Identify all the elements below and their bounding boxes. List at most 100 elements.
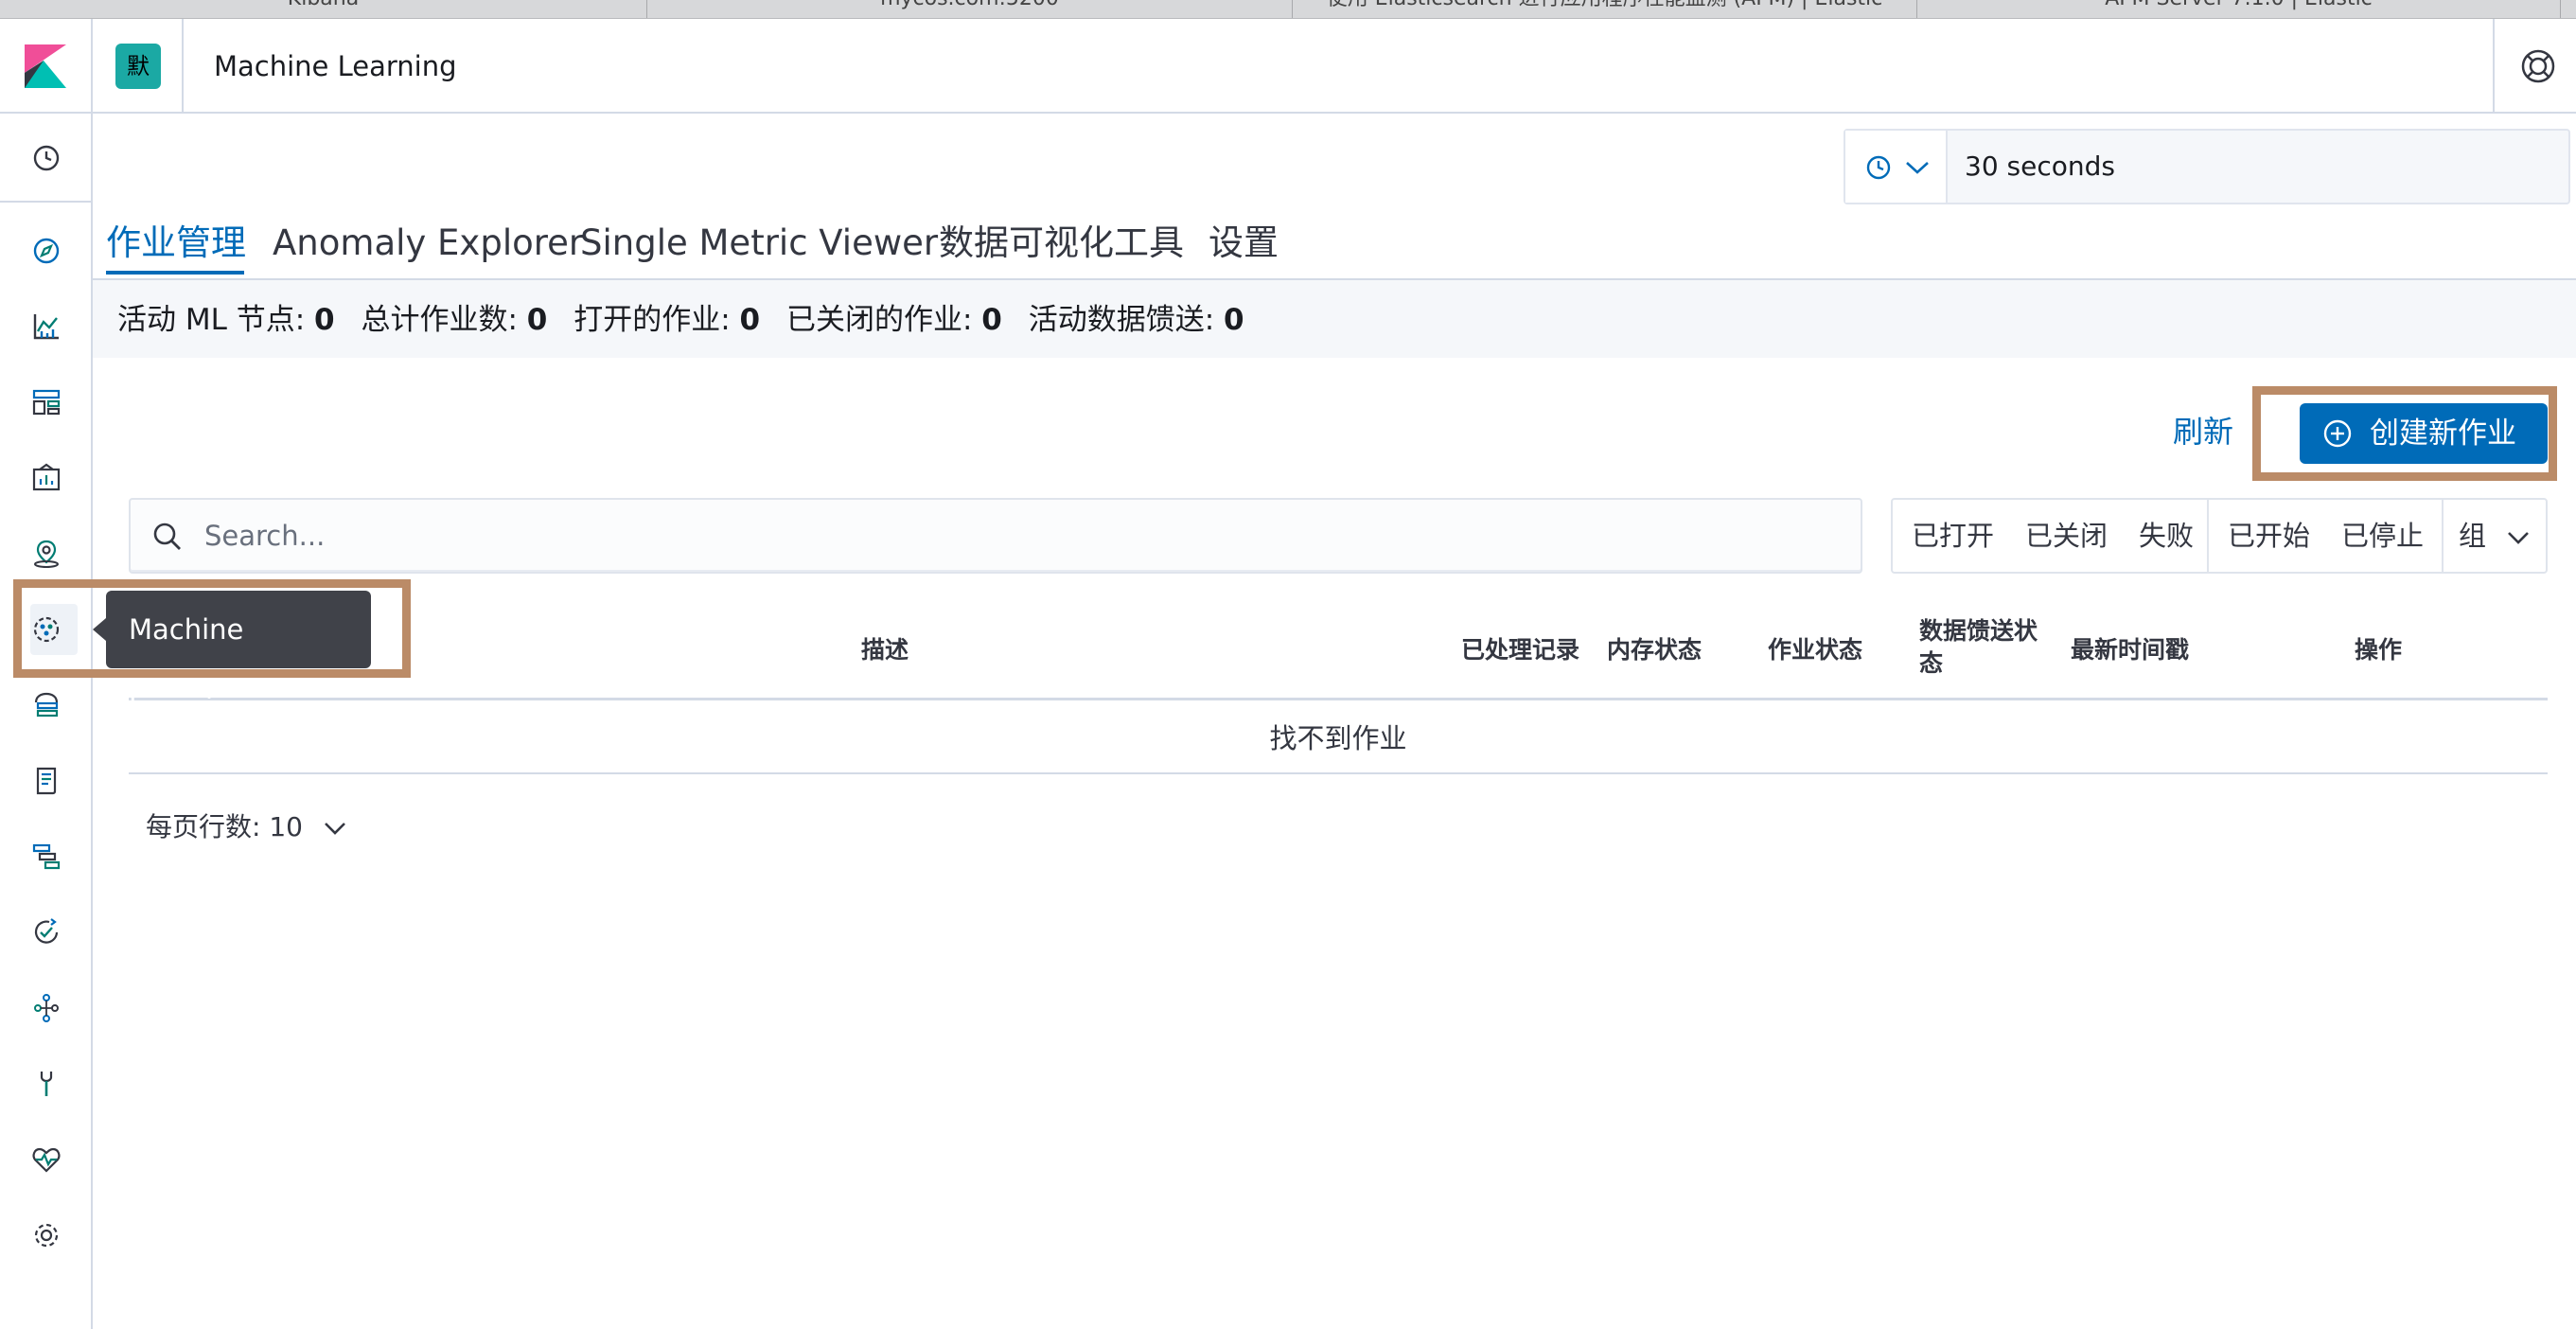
map-pin-icon	[34, 540, 59, 568]
table-empty-row: 找不到作业	[129, 702, 2548, 774]
divider	[2207, 500, 2209, 572]
filter-closed[interactable]: 已关闭	[2025, 500, 2108, 572]
jobs-table-header: 描述 已处理记录 内存状态 作业状态 数据馈送状 态 最新时间戳 操作	[129, 606, 2548, 700]
filter-failed[interactable]: 失败	[2139, 500, 2194, 572]
plus-circle-icon	[2323, 419, 2352, 448]
stat-label: 活动 ML 节点:	[117, 303, 306, 337]
browser-tab-strip: Kibana mycos.com:5200 使用 Elasticsearch 进…	[0, 0, 2576, 19]
browser-tab-label: mycos.com:5200	[880, 0, 1059, 10]
uptime-icon	[34, 918, 59, 944]
heartbeat-icon	[32, 1147, 61, 1173]
column-processed-records[interactable]: 已处理记录	[1461, 634, 1579, 666]
search-icon	[153, 523, 181, 550]
column-description[interactable]: 描述	[861, 634, 909, 666]
breadcrumb: Machine Learning	[214, 50, 457, 82]
job-stats: 活动 ML 节点: 0 总计作业数: 0 打开的作业: 0 已关闭的作业: 0 …	[117, 299, 1262, 341]
rows-per-page-selector[interactable]: 每页行数: 10	[146, 808, 347, 846]
chevron-down-icon	[1906, 162, 1929, 174]
nav-management[interactable]	[26, 1215, 66, 1255]
nav-apm[interactable]	[26, 837, 66, 877]
column-datafeed-state[interactable]: 数据馈送状 态	[1919, 615, 2038, 680]
chevron-down-icon	[324, 823, 345, 835]
column-memory-status[interactable]: 内存状态	[1607, 634, 1702, 666]
quick-menu-button[interactable]	[1845, 131, 1948, 203]
stat-value: 0	[981, 303, 1002, 337]
compass-icon	[33, 238, 60, 264]
gear-icon	[34, 1223, 59, 1248]
search-input[interactable]	[203, 511, 1811, 560]
apm-icon	[32, 843, 61, 870]
browser-tab-label: 使用 Elasticsearch 进行应用程序性能监测 (APM) | Elas…	[1327, 0, 1883, 10]
column-latest-timestamp[interactable]: 最新时间戳	[2071, 634, 2189, 666]
divider	[91, 19, 93, 114]
divider	[182, 19, 184, 114]
stat-value: 0	[1224, 303, 1244, 337]
stat-label: 活动数据馈送:	[1028, 303, 1215, 337]
nav-graph[interactable]	[26, 988, 66, 1028]
search-bar	[129, 498, 1862, 574]
browser-tab[interactable]: Kibana	[0, 0, 647, 18]
nav-tooltip: Machine Learning	[106, 591, 371, 723]
stat-value: 0	[739, 303, 761, 337]
stat-value: 0	[314, 303, 335, 337]
nav-visualize[interactable]	[26, 307, 66, 346]
tab-single-metric-viewer[interactable]: Single Metric Viewer	[580, 216, 938, 271]
browser-tab-label: APM Server 7.1.0 | Elastic	[2105, 0, 2373, 10]
job-stats-bar: 活动 ML 节点: 0 总计作业数: 0 打开的作业: 0 已关闭的作业: 0 …	[93, 278, 2576, 358]
column-job-state[interactable]: 作业状态	[1768, 634, 1862, 666]
filter-stopped[interactable]: 已停止	[2341, 500, 2424, 572]
nav-monitoring[interactable]	[26, 1140, 66, 1179]
filter-group-dropdown[interactable]: 组	[2459, 500, 2531, 572]
side-nav	[0, 114, 93, 1329]
filter-group-label: 组	[2459, 520, 2487, 552]
help-lifebuoy-icon[interactable]	[2519, 47, 2557, 85]
kibana-logo-icon[interactable]	[25, 44, 66, 88]
create-job-label: 创建新作业	[2370, 416, 2516, 451]
space-avatar[interactable]: 默	[115, 44, 161, 89]
filter-started[interactable]: 已开始	[2228, 500, 2310, 572]
empty-message: 找不到作业	[1269, 722, 1407, 754]
nav-maps[interactable]	[26, 534, 66, 574]
rows-per-page-label: 每页行数: 10	[146, 811, 303, 842]
wrench-icon	[40, 1072, 53, 1096]
graph-icon	[34, 994, 59, 1022]
tab-anomaly-explorer[interactable]: Anomaly Explorer	[273, 216, 583, 271]
nav-uptime[interactable]	[26, 913, 66, 952]
browser-tab[interactable]: APM Server 7.1.0 | Elastic	[1917, 0, 2561, 18]
nav-canvas[interactable]	[26, 458, 66, 498]
browser-tab-label: Kibana	[288, 0, 359, 10]
create-job-button[interactable]: 创建新作业	[2300, 403, 2548, 464]
divider	[2442, 500, 2444, 572]
tab-settings[interactable]: 设置	[1209, 216, 1279, 271]
refresh-button[interactable]: 刷新	[2173, 411, 2233, 452]
clock-icon	[33, 145, 60, 171]
infrastructure-icon	[34, 692, 59, 718]
browser-tab[interactable]: 使用 Elasticsearch 进行应用程序性能监测 (APM) | Elas…	[1293, 0, 1917, 18]
refresh-interval-picker[interactable]: 30 seconds	[1844, 129, 2570, 204]
nav-infrastructure[interactable]	[26, 685, 66, 725]
nav-dashboard[interactable]	[26, 382, 66, 422]
column-actions: 操作	[2355, 636, 2403, 664]
column-datafeed-state-line1: 数据馈送状	[1919, 617, 2038, 645]
chart-icon	[33, 314, 59, 340]
active-tab-underline	[106, 271, 244, 275]
dashboard-icon	[32, 389, 61, 416]
clock-icon	[1866, 155, 1891, 180]
divider	[0, 201, 93, 203]
browser-tab[interactable]: mycos.com:5200	[647, 0, 1293, 18]
stat-value: 0	[526, 303, 548, 337]
nav-logs[interactable]	[26, 761, 66, 801]
tab-data-visualizer[interactable]: 数据可视化工具	[939, 216, 1184, 271]
canvas-icon	[32, 463, 61, 491]
stat-label: 已关闭的作业:	[785, 303, 973, 337]
stat-label: 打开的作业:	[573, 303, 731, 337]
divider	[2493, 19, 2495, 114]
stat-label: 总计作业数:	[361, 303, 518, 337]
kibana-header: 默 Machine Learning	[0, 19, 2576, 114]
tooltip-arrow	[93, 618, 106, 641]
nav-recently-viewed[interactable]	[26, 138, 66, 178]
tab-job-management[interactable]: 作业管理	[106, 216, 246, 271]
nav-discover[interactable]	[26, 231, 66, 271]
filter-opened[interactable]: 已打开	[1912, 500, 1994, 572]
nav-dev-tools[interactable]	[26, 1064, 66, 1104]
